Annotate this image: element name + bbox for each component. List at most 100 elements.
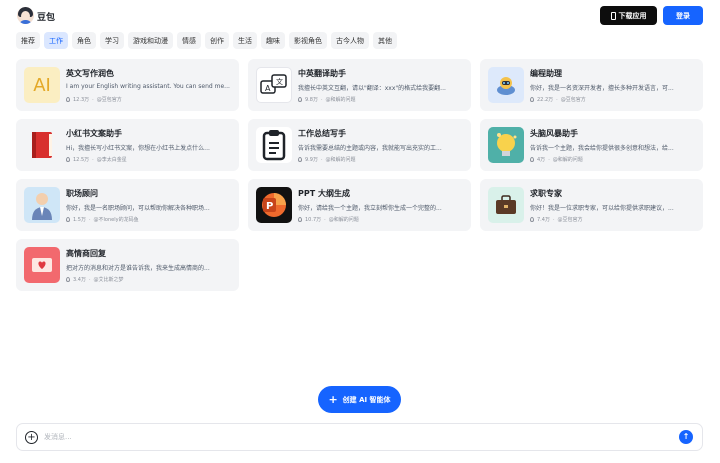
- bot-meta: 9.8万 · @和解的问题: [298, 96, 356, 103]
- bot-meta: 7.4万 · @豆包官方: [530, 216, 583, 223]
- chat-input-bar: + ↑: [16, 423, 703, 451]
- bot-meta: 1.5万 · @不lonely的龙码鱼: [66, 216, 139, 223]
- translate-icon: A 文: [256, 67, 292, 103]
- tab-recommend[interactable]: 推荐: [16, 32, 40, 49]
- fire-icon: [530, 157, 534, 162]
- bot-views: 9.9万: [305, 157, 318, 163]
- bot-card[interactable]: 头脑风暴助手 告诉我一个主题，我会给你提供很多创意和想法，给... 4万 · @…: [480, 119, 703, 171]
- bot-description: 你好，我是一名资深开发者，擅长多种开发语言，可...: [530, 85, 674, 92]
- fire-icon: [530, 97, 534, 102]
- plus-icon: +: [328, 393, 338, 406]
- bot-title: PPT 大纲生成: [298, 189, 350, 198]
- bot-title: 工作总结写手: [298, 129, 346, 138]
- bot-description: 把对方的消息和对方是谁告诉我，我来生成高情商的...: [66, 265, 210, 272]
- heart-letter-icon: [24, 247, 60, 283]
- bot-views: 1.5万: [73, 217, 86, 223]
- bot-meta: 9.9万 · @和解的问题: [298, 156, 356, 163]
- bot-title: 求职专家: [530, 189, 562, 198]
- bot-description: I am your English writing assistant. You…: [66, 83, 230, 90]
- bot-title: 英文写作润色: [66, 69, 114, 78]
- create-ai-agent-button[interactable]: + 创建 AI 智能体: [318, 386, 401, 413]
- bot-card[interactable]: 求职专家 你好！我是一位求职专家，可以给你提供求职建议，... 7.4万 · @…: [480, 179, 703, 231]
- bot-author: @李太白金星: [96, 157, 127, 163]
- bot-views: 10.7万: [305, 217, 322, 223]
- bot-author: @豆包官方: [560, 97, 586, 103]
- message-input[interactable]: [44, 428, 664, 446]
- tab-other[interactable]: 其他: [373, 32, 397, 49]
- robot-icon: [488, 67, 524, 103]
- login-button[interactable]: 登录: [663, 6, 703, 25]
- bot-description: 你好！我是一位求职专家，可以给你提供求职建议，...: [530, 205, 674, 212]
- bot-card[interactable]: AI 英文写作润色 I am your English writing assi…: [16, 59, 239, 111]
- bot-views: 7.4万: [537, 217, 550, 223]
- ai-letters-icon: AI: [24, 67, 60, 103]
- bot-card-grid: AI 英文写作润色 I am your English writing assi…: [16, 59, 703, 291]
- powerpoint-icon: P: [256, 187, 292, 223]
- bot-author: @豆包官方: [557, 217, 583, 223]
- svg-text:文: 文: [276, 77, 283, 86]
- bot-views: 4万: [537, 157, 546, 163]
- tab-games-anime[interactable]: 游戏和动漫: [128, 32, 173, 49]
- top-header: 豆包 下载应用 登录: [0, 0, 720, 34]
- bot-card[interactable]: 工作总结写手 告诉我需要总结的主题或内容，我就能写出充实的工... 9.9万 ·…: [248, 119, 471, 171]
- fire-icon: [66, 97, 70, 102]
- download-app-button[interactable]: 下载应用: [600, 6, 657, 25]
- bot-description: 告诉我需要总结的主题或内容，我就能写出充实的工...: [298, 145, 442, 152]
- avatar-logo-icon[interactable]: [17, 7, 34, 24]
- bot-description: 我擅长中英文互翻，请以"翻译：xxx"的格式给我要翻...: [298, 85, 446, 92]
- bot-author: @不lonely的龙码鱼: [93, 217, 139, 223]
- bot-description: Hi，我擅长写小红书文案，你想在小红书上发点什么...: [66, 145, 210, 152]
- bot-title: 职场顾问: [66, 189, 98, 198]
- svg-text:P: P: [266, 201, 273, 212]
- tab-work[interactable]: 工作: [44, 32, 68, 49]
- fire-icon: [298, 217, 302, 222]
- tab-life[interactable]: 生活: [233, 32, 257, 49]
- bot-author: @豆包官方: [96, 97, 122, 103]
- tab-historical-figures[interactable]: 古今人物: [331, 32, 369, 49]
- phone-icon: [610, 11, 616, 20]
- bot-author: @艾比斯之梦: [93, 277, 124, 283]
- lightbulb-icon: [488, 127, 524, 163]
- bot-author: @和解的问题: [325, 157, 356, 163]
- create-ai-agent-label: 创建 AI 智能体: [342, 395, 391, 404]
- bot-card[interactable]: 编程助理 你好，我是一名资深开发者，擅长多种开发语言，可... 22.2万 · …: [480, 59, 703, 111]
- fire-icon: [298, 97, 302, 102]
- tab-creation[interactable]: 创作: [205, 32, 229, 49]
- bot-views: 3.4万: [73, 277, 86, 283]
- tab-role[interactable]: 角色: [72, 32, 96, 49]
- fire-icon: [66, 277, 70, 282]
- bot-card[interactable]: 高情商回复 把对方的消息和对方是谁告诉我，我来生成高情商的... 3.4万 · …: [16, 239, 239, 291]
- bot-views: 12.3万: [73, 97, 90, 103]
- bot-title: 中英翻译助手: [298, 69, 346, 78]
- bot-card[interactable]: 小红书文案助手 Hi，我擅长写小红书文案，你想在小红书上发点什么... 12.5…: [16, 119, 239, 171]
- bot-meta: 12.5万 · @李太白金星: [66, 156, 127, 163]
- fire-icon: [66, 217, 70, 222]
- send-arrow-icon[interactable]: ↑: [679, 430, 693, 444]
- bot-meta: 3.4万 · @艾比斯之梦: [66, 276, 124, 283]
- bot-meta: 10.7万 · @和解的问题: [298, 216, 359, 223]
- brand-name[interactable]: 豆包: [37, 10, 55, 23]
- bot-meta: 4万 · @和解的问题: [530, 156, 583, 163]
- briefcase-icon: [488, 187, 524, 223]
- bot-title: 高情商回复: [66, 249, 106, 258]
- bot-card[interactable]: P PPT 大纲生成 你好，请给我一个主题，我立刻帮你生成一个完整的... 10…: [248, 179, 471, 231]
- bot-author: @和解的问题: [325, 97, 356, 103]
- fire-icon: [530, 217, 534, 222]
- bot-title: 小红书文案助手: [66, 129, 122, 138]
- attach-plus-icon[interactable]: +: [25, 431, 38, 444]
- tab-study[interactable]: 学习: [100, 32, 124, 49]
- bot-views: 12.5万: [73, 157, 90, 163]
- bot-title: 编程助理: [530, 69, 562, 78]
- tab-film-roles[interactable]: 影视角色: [289, 32, 327, 49]
- bot-description: 你好，我是一名职场顾问，可以帮助你解决各种职场...: [66, 205, 210, 212]
- fire-icon: [298, 157, 302, 162]
- tab-emotion[interactable]: 情感: [177, 32, 201, 49]
- bot-card[interactable]: 职场顾问 你好，我是一名职场顾问，可以帮助你解决各种职场... 1.5万 · @…: [16, 179, 239, 231]
- fire-icon: [66, 157, 70, 162]
- bot-card[interactable]: A 文 中英翻译助手 我擅长中英文互翻，请以"翻译：xxx"的格式给我要翻...…: [248, 59, 471, 111]
- tab-fun[interactable]: 趣味: [261, 32, 285, 49]
- bot-title: 头脑风暴助手: [530, 129, 578, 138]
- clipboard-icon: [256, 127, 292, 163]
- businessman-icon: [24, 187, 60, 223]
- bot-description: 你好，请给我一个主题，我立刻帮你生成一个完整的...: [298, 205, 442, 212]
